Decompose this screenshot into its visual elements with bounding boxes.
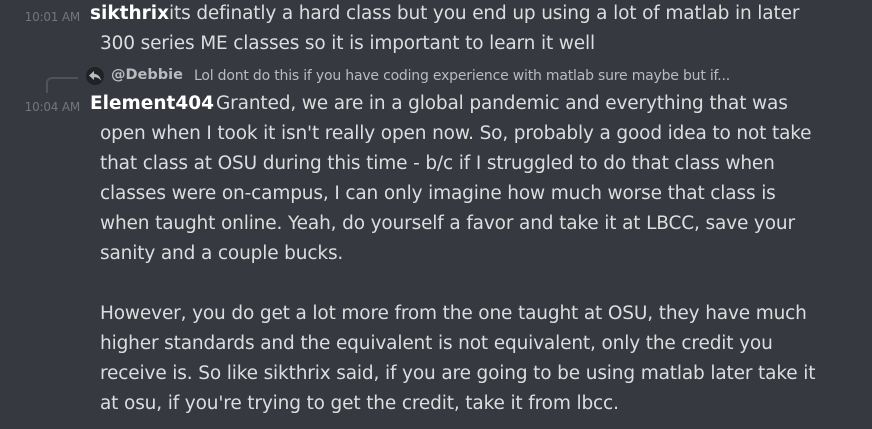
message-text-line: However, you do get a lot more from the …: [100, 303, 807, 324]
message-text-line: 300 series ME classes so it is important…: [100, 33, 595, 54]
message-text-line: classes were on-campus, I can only imagi…: [100, 183, 776, 204]
message-text-line: receive is. So like sikthrix said, if yo…: [100, 363, 816, 384]
message-text-line: at osu, if you're trying to get the cred…: [100, 393, 619, 414]
message-text-line: open when I took it isn't really open no…: [100, 123, 812, 144]
message-author[interactable]: Element404: [90, 93, 214, 114]
reply-text: Lol dont do this if you have coding expe…: [194, 68, 731, 84]
message-text-line: that class at OSU during this time - b/c…: [100, 153, 775, 174]
message-timestamp: 10:04 AM: [24, 100, 81, 114]
reply-connector-line: [46, 77, 78, 93]
message-text-line: when taught online. Yeah, do yourself a …: [100, 213, 795, 234]
message-text-line: higher standards and the equivalent is n…: [100, 333, 773, 354]
message-text-line: Granted, we are in a global pandemic and…: [216, 93, 788, 114]
message-text-line: its definatly a hard class but you end u…: [169, 3, 800, 24]
message-author[interactable]: sikthrix: [90, 3, 169, 24]
reply-arrow-icon: [86, 67, 104, 85]
chat-log: 10:01 AM sikthrix its definatly a hard c…: [0, 0, 872, 429]
message-timestamp: 10:01 AM: [24, 10, 81, 24]
message-text-line: sanity and a couple bucks.: [100, 243, 344, 264]
reply-author[interactable]: @Debbie: [111, 67, 183, 83]
